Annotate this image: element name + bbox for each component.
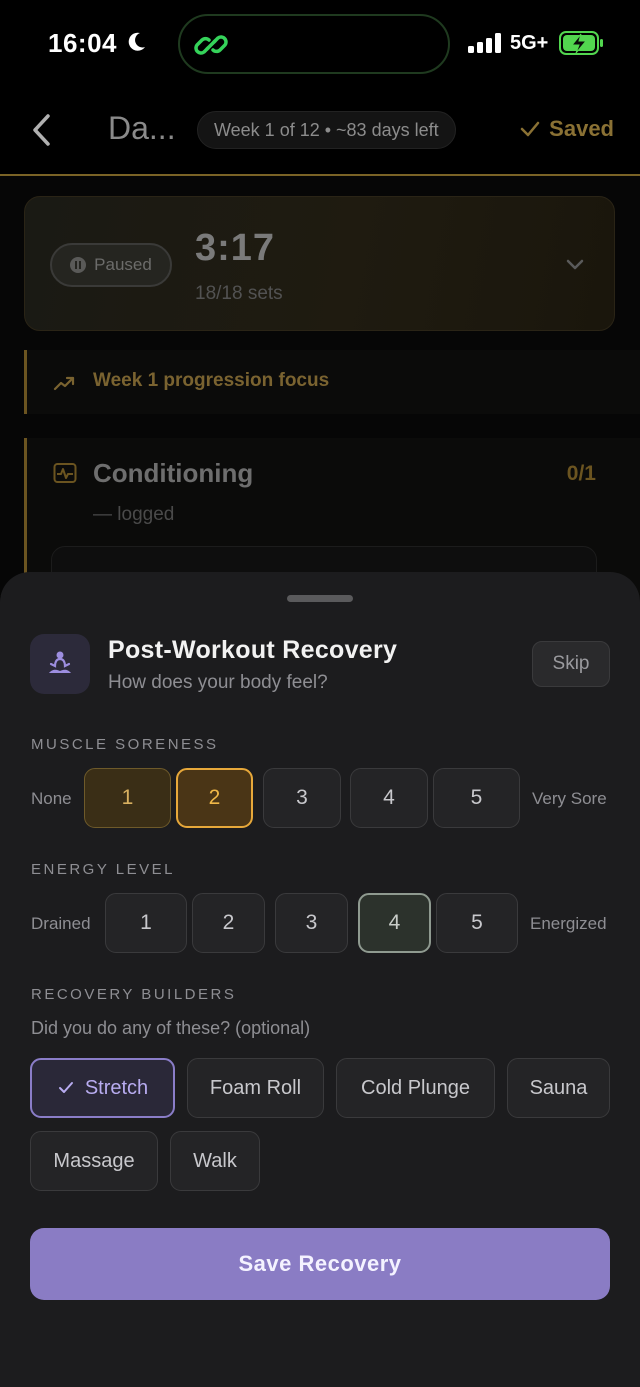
builders-question: Did you do any of these? (optional) xyxy=(31,1018,311,1038)
builder-chip-label: Stretch xyxy=(84,1076,149,1099)
builder-chip-label: Sauna xyxy=(529,1076,588,1099)
saved-label: Saved xyxy=(549,116,614,141)
skip-button[interactable]: Skip xyxy=(532,641,610,687)
energy-option-1[interactable]: 1 xyxy=(105,893,187,953)
meditation-icon xyxy=(49,651,71,673)
soreness-option-4[interactable]: 4 xyxy=(350,768,428,828)
sets-count: 18/18 sets xyxy=(195,283,283,304)
workout-background: Paused 3:17 18/18 sets Week 1 progressio… xyxy=(0,176,640,606)
sheet-grabber[interactable] xyxy=(287,595,353,602)
energy-option-2[interactable]: 2 xyxy=(192,893,265,953)
builder-chip-stretch[interactable]: Stretch xyxy=(30,1058,175,1118)
builder-chip-label: Foam Roll xyxy=(209,1076,302,1099)
builder-chip-sauna[interactable]: Sauna xyxy=(507,1058,610,1118)
saved-indicator: Saved xyxy=(519,116,614,142)
recovery-title: Post-Workout Recovery xyxy=(108,636,398,664)
elapsed-time: 3:17 xyxy=(195,227,276,269)
status-bar: 16:04 5G+ xyxy=(0,0,640,90)
chevron-down-icon[interactable] xyxy=(564,253,586,275)
energy-option-4[interactable]: 4 xyxy=(358,893,431,953)
network-type: 5G+ xyxy=(510,32,549,54)
builder-chip-label: Massage xyxy=(53,1149,135,1172)
soreness-option-1[interactable]: 1 xyxy=(84,768,171,828)
activity-link-icon xyxy=(194,35,228,55)
workout-timer-card[interactable]: Paused 3:17 18/18 sets xyxy=(24,196,615,331)
builder-chip-label: Walk xyxy=(193,1149,237,1172)
soreness-option-2[interactable]: 2 xyxy=(176,768,253,828)
conditioning-subtitle: — logged xyxy=(93,504,175,525)
paused-status-pill[interactable]: Paused xyxy=(50,243,172,287)
energy-option-3[interactable]: 3 xyxy=(275,893,348,953)
heart-monitor-icon xyxy=(53,463,77,483)
recovery-subtitle: How does your body feel? xyxy=(108,672,328,693)
pause-icon xyxy=(70,257,87,273)
energy-section-label: ENERGY LEVEL xyxy=(31,861,175,878)
energy-option-5[interactable]: 5 xyxy=(436,893,518,953)
paused-label: Paused xyxy=(94,255,152,274)
page-title: Da... xyxy=(108,110,176,146)
progression-focus-row[interactable]: Week 1 progression focus xyxy=(24,350,640,414)
soreness-high-label: Very Sore xyxy=(532,789,607,808)
builder-chip-massage[interactable]: Massage xyxy=(30,1131,158,1191)
save-recovery-button[interactable]: Save Recovery xyxy=(30,1228,610,1300)
dynamic-island[interactable] xyxy=(178,14,450,74)
chevron-left-icon[interactable] xyxy=(28,112,58,148)
status-time: 16:04 xyxy=(48,28,117,58)
soreness-low-label: None xyxy=(31,789,72,808)
signal-icon xyxy=(468,33,501,53)
energy-low-label: Drained xyxy=(31,914,91,933)
builders-section-label: RECOVERY BUILDERS xyxy=(31,986,237,1003)
conditioning-title: Conditioning xyxy=(93,458,254,488)
recovery-icon-tile xyxy=(30,634,90,694)
builder-chip-foam-roll[interactable]: Foam Roll xyxy=(187,1058,324,1118)
week-progress-pill: Week 1 of 12 • ~83 days left xyxy=(197,111,456,149)
battery-charging-icon xyxy=(559,31,603,55)
moon-icon xyxy=(128,32,145,51)
soreness-option-5[interactable]: 5 xyxy=(433,768,520,828)
energy-high-label: Energized xyxy=(530,914,607,933)
recovery-bottom-sheet: Post-Workout Recovery How does your body… xyxy=(0,572,640,1387)
soreness-section-label: MUSCLE SORENESS xyxy=(31,736,219,753)
trending-up-icon xyxy=(53,376,75,391)
builder-chip-walk[interactable]: Walk xyxy=(170,1131,260,1191)
soreness-option-3[interactable]: 3 xyxy=(263,768,341,828)
builder-chip-label: Cold Plunge xyxy=(361,1076,470,1099)
check-icon xyxy=(58,1082,73,1093)
builder-chip-cold-plunge[interactable]: Cold Plunge xyxy=(336,1058,495,1118)
check-icon xyxy=(520,121,540,137)
top-nav-bar: Da... Week 1 of 12 • ~83 days left Saved xyxy=(0,90,640,176)
progression-focus-label: Week 1 progression focus xyxy=(93,370,330,391)
conditioning-count: 0/1 xyxy=(566,462,596,485)
